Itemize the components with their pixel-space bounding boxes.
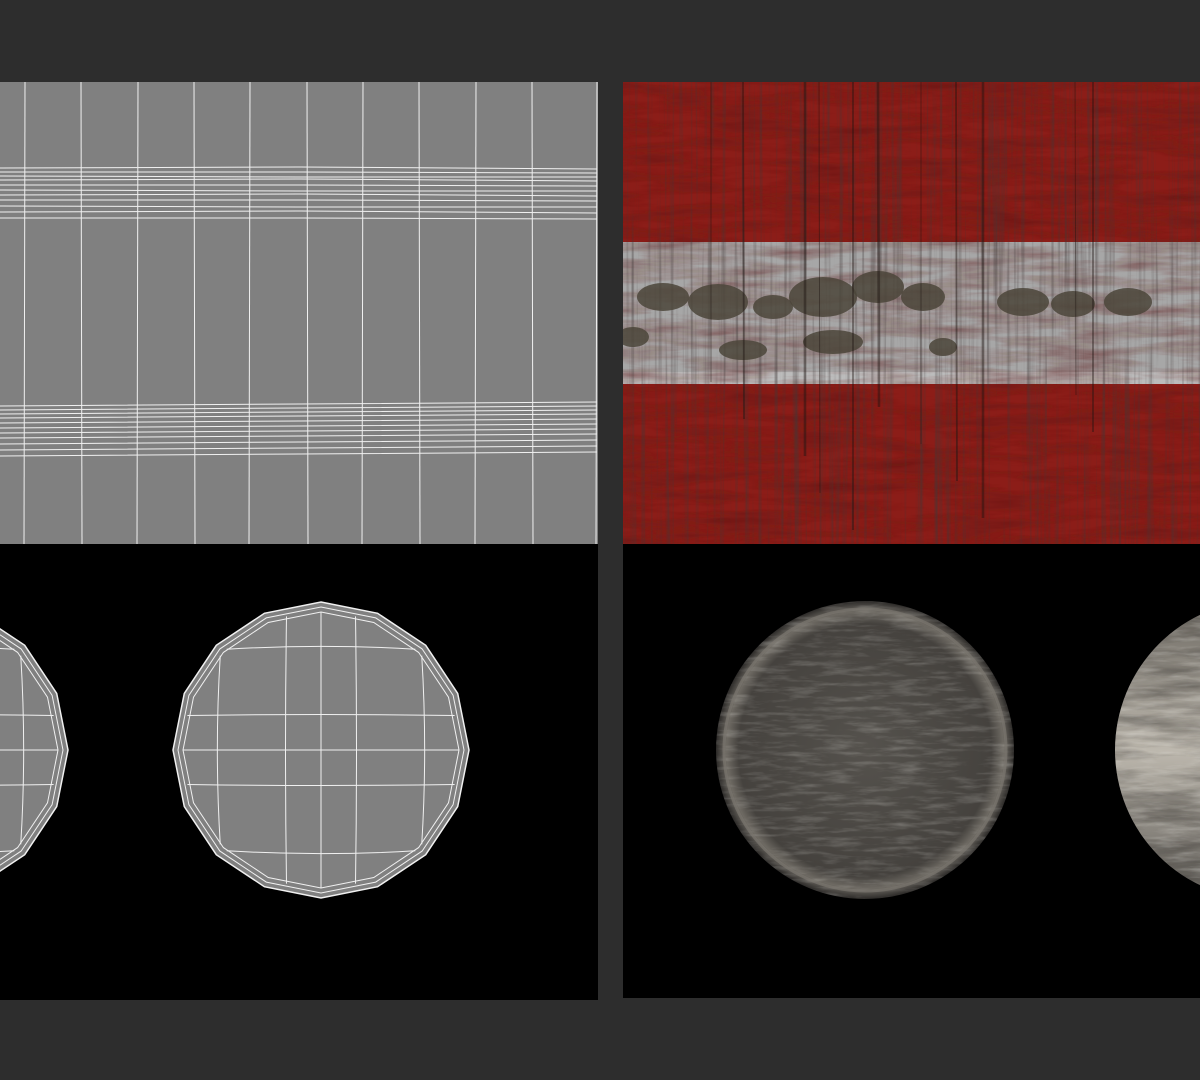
texture-body-island [623,82,1200,544]
texture-panel [623,82,1200,998]
rust-patch [753,295,793,319]
rust-patch [789,277,857,317]
rust-patch [929,338,957,356]
rust-patch [1051,291,1095,317]
texture-cap-1 [716,601,1014,899]
uv-cap-island [172,601,470,899]
uv-cap-island [0,627,69,873]
texture-cap-2 [1115,600,1200,900]
uv-layout-panel [0,82,598,1000]
drip-streak [955,82,958,482]
uv-body-island [0,82,598,544]
texture-canvas [623,82,1200,900]
uv-cap-islands [0,601,470,899]
rust-patch [688,284,748,320]
rust-patch [803,330,863,354]
rust-patch [997,288,1049,316]
drip-streak [876,82,881,408]
rust-patch [901,283,945,311]
rust-patch [1104,288,1152,316]
uv-layout-canvas [0,82,598,899]
rust-patch [637,283,689,311]
drip-streak [742,82,745,420]
